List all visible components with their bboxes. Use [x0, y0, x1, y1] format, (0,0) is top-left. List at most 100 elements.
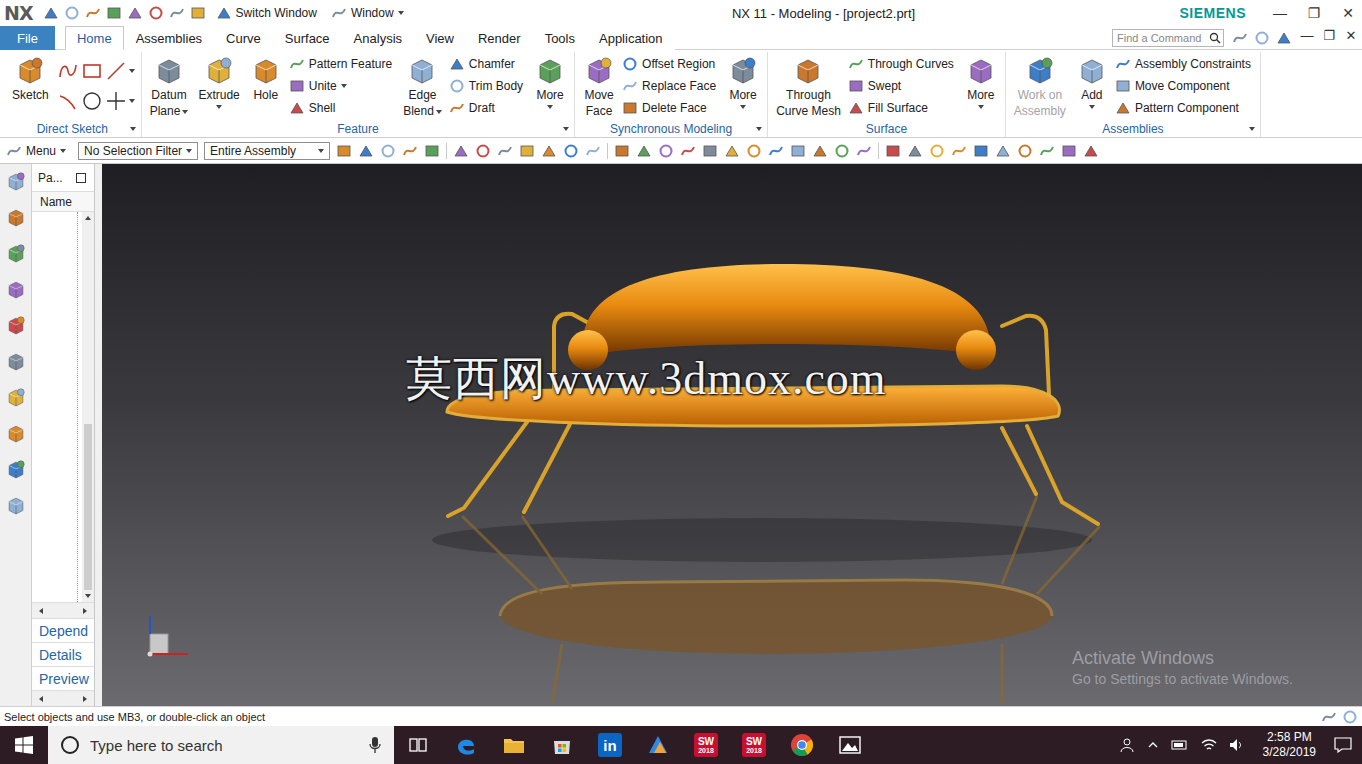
- scroll-left-icon[interactable]: [39, 696, 43, 702]
- command-icon[interactable]: [848, 78, 864, 94]
- command-icon[interactable]: [1115, 100, 1131, 116]
- selection-tool-icon[interactable]: [424, 143, 440, 159]
- command-icon[interactable]: [622, 56, 638, 72]
- ribbon-large-button[interactable]: ThroughCurve Mesh: [773, 52, 844, 118]
- taskbar-app[interactable]: [778, 726, 826, 764]
- selection-tool-icon[interactable]: [402, 143, 418, 159]
- command-icon[interactable]: [622, 78, 638, 94]
- ribbon-large-button[interactable]: Sketch: [9, 52, 52, 102]
- ribbon-small-button[interactable]: Chamfer: [449, 54, 527, 74]
- document-control[interactable]: ✕: [1340, 26, 1362, 49]
- chevron-up-icon[interactable]: [1147, 739, 1159, 751]
- group-menu-caret[interactable]: [1249, 127, 1255, 131]
- ribbon-tab[interactable]: Assemblies: [124, 26, 214, 50]
- selection-tool-icon[interactable]: [585, 143, 601, 159]
- command-icon[interactable]: [622, 100, 638, 116]
- taskbar-app[interactable]: in: [586, 726, 634, 764]
- selection-tool-icon[interactable]: [951, 143, 967, 159]
- ribbon-large-button[interactable]: EdgeBlend: [400, 52, 445, 118]
- selection-tool-icon[interactable]: [1017, 143, 1033, 159]
- selection-tool-icon[interactable]: [680, 143, 696, 159]
- circle-icon[interactable]: [81, 90, 103, 112]
- dropdown-caret[interactable]: [547, 105, 553, 109]
- switch-window-button[interactable]: Switch Window: [212, 5, 321, 21]
- dropdown-caret[interactable]: [182, 110, 188, 114]
- ribbon-small-button[interactable]: Fill Surface: [848, 98, 958, 118]
- ribbon-tab[interactable]: Analysis: [342, 26, 414, 50]
- menu-icon[interactable]: [6, 143, 22, 159]
- ribbon-small-button[interactable]: Replace Face: [622, 76, 720, 96]
- start-button[interactable]: [0, 726, 48, 764]
- ribbon-large-button[interactable]: More: [531, 52, 569, 109]
- point-icon[interactable]: [105, 90, 127, 112]
- horizontal-scrollbar[interactable]: [32, 690, 94, 706]
- ribbon-large-button[interactable]: More: [962, 52, 1000, 109]
- window-icon[interactable]: [331, 5, 347, 21]
- quick-access-icon[interactable]: [148, 5, 164, 21]
- selection-tool-icon[interactable]: [885, 143, 901, 159]
- dropdown-caret[interactable]: [436, 110, 442, 114]
- ribbon-large-button[interactable]: DatumPlane: [147, 52, 192, 118]
- command-icon[interactable]: [289, 56, 305, 72]
- dropdown-caret[interactable]: [341, 84, 347, 88]
- taskbar-search[interactable]: Type here to search: [48, 726, 394, 764]
- scroll-right-icon[interactable]: [83, 608, 87, 614]
- ribbon-tab[interactable]: Render: [466, 26, 533, 50]
- ribbon-tab[interactable]: Home: [65, 26, 124, 50]
- scroll-up-icon[interactable]: [85, 216, 91, 220]
- selection-tool-icon[interactable]: [768, 143, 784, 159]
- selection-tool-icon[interactable]: [995, 143, 1011, 159]
- command-icon[interactable]: [289, 100, 305, 116]
- ribbon-small-button[interactable]: Swept: [848, 76, 958, 96]
- navigator-panel-link[interactable]: Depend: [32, 618, 94, 642]
- selection-tool-icon[interactable]: [746, 143, 762, 159]
- quick-access-icon[interactable]: [106, 5, 122, 21]
- notifications-icon[interactable]: [1334, 737, 1352, 753]
- status-icon[interactable]: [1321, 709, 1337, 725]
- vertical-scrollbar[interactable]: [82, 212, 94, 602]
- dropdown-caret[interactable]: [216, 105, 222, 109]
- taskbar-app[interactable]: [538, 726, 586, 764]
- selection-tool-icon[interactable]: [497, 143, 513, 159]
- ribbon-tab[interactable]: Application: [587, 26, 675, 50]
- selection-tool-icon[interactable]: [1083, 143, 1099, 159]
- selection-filter[interactable]: No Selection Filter: [78, 142, 198, 160]
- quick-access-icon[interactable]: [190, 5, 206, 21]
- group-menu-caret[interactable]: [130, 127, 136, 131]
- window-menu[interactable]: Window: [327, 5, 408, 21]
- battery-icon[interactable]: [1171, 739, 1189, 751]
- quick-access-icon[interactable]: [64, 5, 80, 21]
- ribbon-tab[interactable]: Curve: [214, 26, 273, 50]
- maximize-icon[interactable]: [76, 173, 86, 183]
- ribbon-large-button[interactable]: Hole: [247, 52, 285, 102]
- ribbon-small-button[interactable]: Draft: [449, 98, 527, 118]
- dropdown-caret[interactable]: [129, 99, 135, 103]
- window-control[interactable]: ❐: [1300, 3, 1328, 23]
- selection-tool-icon[interactable]: [380, 143, 396, 159]
- selection-tool-icon[interactable]: [856, 143, 872, 159]
- ribbon-large-button[interactable]: Extrude: [195, 52, 242, 109]
- ribbon-small-button[interactable]: Through Curves: [848, 54, 958, 74]
- graphics-window[interactable]: 莫西网www.3dmox.comActivate WindowsGo to Se…: [102, 164, 1362, 706]
- taskbar-app[interactable]: [826, 726, 874, 764]
- dropdown-caret[interactable]: [740, 105, 746, 109]
- scroll-left-icon[interactable]: [39, 608, 43, 614]
- ribbon-small-button[interactable]: Unite: [289, 76, 396, 96]
- window-control[interactable]: —: [1266, 3, 1294, 23]
- selection-tool-icon[interactable]: [702, 143, 718, 159]
- group-menu-caret[interactable]: [756, 127, 762, 131]
- selection-tool-icon[interactable]: [636, 143, 652, 159]
- taskbar-app[interactable]: [442, 726, 490, 764]
- command-icon[interactable]: [449, 56, 465, 72]
- taskbar-app[interactable]: [490, 726, 538, 764]
- selection-tool-icon[interactable]: [563, 143, 579, 159]
- dropdown-caret[interactable]: [1089, 105, 1095, 109]
- command-icon[interactable]: [1115, 78, 1131, 94]
- selection-tool-icon[interactable]: [790, 143, 806, 159]
- selection-tool-icon[interactable]: [973, 143, 989, 159]
- window-control[interactable]: ✕: [1334, 3, 1362, 23]
- ribbon-option-icon[interactable]: [1254, 30, 1270, 46]
- studio-spline-icon[interactable]: [57, 60, 79, 82]
- selection-tool-icon[interactable]: [614, 143, 630, 159]
- ribbon-option-icon[interactable]: [1232, 30, 1248, 46]
